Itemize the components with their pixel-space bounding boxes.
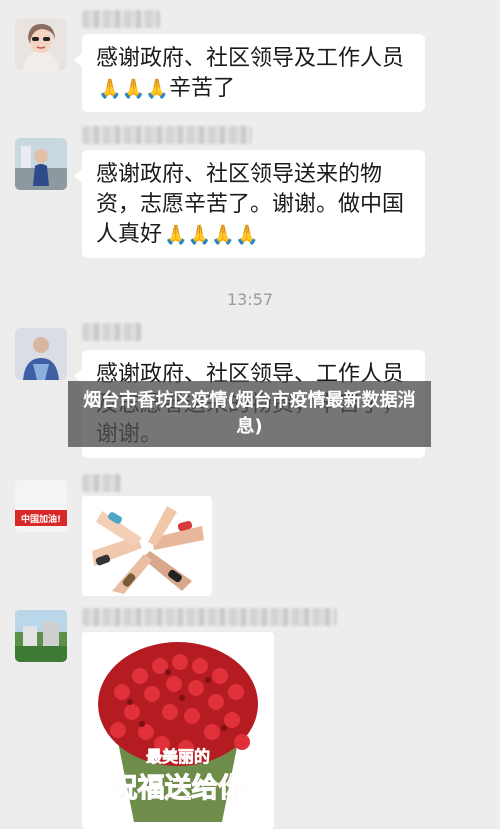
sender-name (82, 608, 337, 626)
message-text-line2: 辛苦了 (168, 76, 235, 101)
sender-name (82, 126, 252, 144)
timestamp: 13:57 (226, 290, 274, 309)
message-2: 感谢政府、社区领导送来的物 资，志愿辛苦了。谢谢。做中国 人真好 🙏🙏🙏🙏 (0, 120, 500, 260)
avatar[interactable] (15, 138, 67, 190)
greeting-caption-line2: 祝福送给你 (111, 773, 246, 804)
avatar[interactable] (15, 18, 67, 70)
article-title-banner: 烟台市香坊区疫情(烟台市疫情最新数据消息) (68, 381, 431, 447)
avatar-badge-text: 中国加油! (21, 513, 61, 525)
avatar[interactable]: 中国加油! (15, 480, 67, 532)
avatar[interactable] (15, 610, 67, 662)
avatar[interactable] (15, 328, 67, 380)
greeting-caption-line1: 最美丽的 (146, 747, 210, 766)
sender-name (82, 323, 142, 341)
pray-emoji-icon: 🙏🙏🙏 (98, 78, 169, 100)
message-bubble[interactable]: 感谢政府、社区领导及工作人员 🙏🙏🙏辛苦了 (74, 34, 425, 112)
message-5: 最美丽的 祝福送给你 (0, 600, 500, 829)
pray-emoji-icon: 🙏🙏🙏🙏 (164, 224, 259, 246)
hands-image[interactable] (82, 496, 212, 596)
sender-name (82, 10, 160, 28)
message-text: 感谢政府、社区领导及工作人员 (96, 46, 405, 71)
article-title: 烟台市香坊区疫情(烟台市疫情最新数据消息) (83, 390, 416, 437)
sender-name (82, 474, 122, 492)
message-4: 中国加油! (0, 470, 500, 600)
message-1: 感谢政府、社区领导及工作人员 🙏🙏🙏辛苦了 (0, 0, 500, 120)
message-bubble[interactable]: 感谢政府、社区领导送来的物 资，志愿辛苦了。谢谢。做中国 人真好 🙏🙏🙏🙏 (74, 150, 425, 258)
roses-greeting-image[interactable]: 最美丽的 祝福送给你 (82, 632, 274, 829)
